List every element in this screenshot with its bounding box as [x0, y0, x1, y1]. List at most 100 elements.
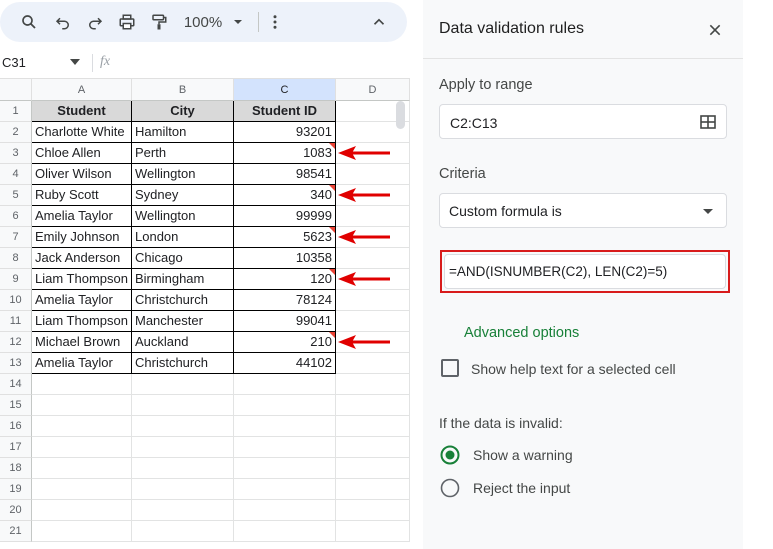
table-cell[interactable]: Hamilton [132, 122, 234, 143]
row-header[interactable]: 14 [0, 374, 32, 395]
table-cell[interactable] [336, 416, 410, 437]
spreadsheet-grid[interactable]: A B C D 1 Student City Student ID 2 Charlotte Whi… [0, 79, 410, 549]
table-cell[interactable] [336, 290, 410, 311]
chevron-up-icon[interactable] [364, 2, 394, 42]
advanced-options-link[interactable]: Advanced options [464, 325, 579, 341]
table-cell[interactable] [234, 374, 336, 395]
grid-select-icon[interactable] [700, 115, 716, 129]
table-cell[interactable]: 340 [234, 185, 336, 206]
name-box[interactable]: C31 [0, 52, 90, 74]
print-icon[interactable] [112, 2, 142, 42]
table-cell[interactable]: 44102 [234, 353, 336, 374]
row-header[interactable]: 7 [0, 227, 32, 248]
table-cell[interactable] [234, 458, 336, 479]
row-header[interactable]: 8 [0, 248, 32, 269]
column-header-a[interactable]: A [32, 79, 132, 101]
table-cell[interactable] [32, 521, 132, 542]
table-cell[interactable]: Jack Anderson [32, 248, 132, 269]
table-cell[interactable] [336, 353, 410, 374]
table-cell[interactable]: Liam Thompson [32, 311, 132, 332]
table-cell[interactable]: Liam Thompson [32, 269, 132, 290]
table-cell[interactable] [234, 416, 336, 437]
header-cell[interactable]: City [132, 101, 234, 122]
table-cell[interactable] [336, 521, 410, 542]
table-cell[interactable]: Birmingham [132, 269, 234, 290]
paint-format-icon[interactable] [144, 2, 174, 42]
radio-show-warning[interactable] [440, 445, 460, 465]
table-cell[interactable] [234, 437, 336, 458]
column-header-d[interactable]: D [336, 79, 410, 101]
table-cell[interactable] [32, 416, 132, 437]
table-cell[interactable]: 99041 [234, 311, 336, 332]
table-cell[interactable]: Manchester [132, 311, 234, 332]
select-all-corner[interactable] [0, 79, 32, 101]
table-cell[interactable] [32, 500, 132, 521]
table-cell[interactable] [234, 500, 336, 521]
table-cell[interactable] [132, 416, 234, 437]
row-header[interactable]: 6 [0, 206, 32, 227]
table-cell[interactable] [132, 458, 234, 479]
row-header[interactable]: 16 [0, 416, 32, 437]
table-cell[interactable] [336, 374, 410, 395]
table-cell[interactable]: Ruby Scott [32, 185, 132, 206]
table-cell[interactable] [336, 479, 410, 500]
row-header[interactable]: 20 [0, 500, 32, 521]
table-cell[interactable] [132, 395, 234, 416]
table-cell[interactable] [336, 227, 410, 248]
custom-formula-input[interactable]: =AND(ISNUMBER(C2), LEN(C2)=5) [444, 254, 726, 289]
table-cell[interactable]: 98541 [234, 164, 336, 185]
table-cell[interactable]: 78124 [234, 290, 336, 311]
table-cell[interactable]: Chicago [132, 248, 234, 269]
table-cell[interactable] [132, 374, 234, 395]
table-cell[interactable]: Perth [132, 143, 234, 164]
table-cell[interactable]: 1083 [234, 143, 336, 164]
row-header[interactable]: 1 [0, 101, 32, 122]
table-cell[interactable] [32, 374, 132, 395]
radio-reject-input[interactable] [440, 478, 460, 498]
table-cell[interactable] [336, 164, 410, 185]
table-cell[interactable] [336, 143, 410, 164]
table-cell[interactable]: Amelia Taylor [32, 290, 132, 311]
table-cell[interactable] [336, 458, 410, 479]
zoom-select[interactable]: 100% [178, 2, 228, 42]
table-cell[interactable] [234, 395, 336, 416]
row-header[interactable]: 19 [0, 479, 32, 500]
help-text-checkbox[interactable] [441, 359, 459, 377]
table-cell[interactable]: 5623 [234, 227, 336, 248]
table-cell[interactable]: 10358 [234, 248, 336, 269]
header-cell[interactable]: Student ID [234, 101, 336, 122]
close-icon[interactable] [707, 18, 727, 42]
table-cell[interactable]: Emily Johnson [32, 227, 132, 248]
table-cell[interactable] [32, 479, 132, 500]
table-cell[interactable] [132, 521, 234, 542]
table-cell[interactable]: Christchurch [132, 290, 234, 311]
table-cell[interactable]: 120 [234, 269, 336, 290]
table-cell[interactable] [336, 437, 410, 458]
table-cell[interactable] [336, 500, 410, 521]
table-cell[interactable] [132, 479, 234, 500]
row-header[interactable]: 11 [0, 311, 32, 332]
table-cell[interactable] [32, 437, 132, 458]
table-cell[interactable] [234, 479, 336, 500]
row-header[interactable]: 13 [0, 353, 32, 374]
row-header[interactable]: 17 [0, 437, 32, 458]
column-header-c[interactable]: C [234, 79, 336, 101]
table-cell[interactable] [336, 206, 410, 227]
table-cell[interactable]: 93201 [234, 122, 336, 143]
table-cell[interactable]: Wellington [132, 206, 234, 227]
table-cell[interactable]: 210 [234, 332, 336, 353]
vertical-scrollbar[interactable] [396, 101, 405, 129]
criteria-dropdown[interactable]: Custom formula is [439, 193, 727, 228]
column-header-b[interactable]: B [132, 79, 234, 101]
table-cell[interactable]: Amelia Taylor [32, 353, 132, 374]
table-cell[interactable] [336, 185, 410, 206]
table-cell[interactable]: Chloe Allen [32, 143, 132, 164]
row-header[interactable]: 3 [0, 143, 32, 164]
row-header[interactable]: 15 [0, 395, 32, 416]
chevron-down-icon[interactable] [228, 2, 248, 42]
table-cell[interactable]: Christchurch [132, 353, 234, 374]
search-icon[interactable] [12, 2, 46, 42]
table-cell[interactable]: Charlotte White [32, 122, 132, 143]
table-cell[interactable]: 99999 [234, 206, 336, 227]
table-cell[interactable]: London [132, 227, 234, 248]
